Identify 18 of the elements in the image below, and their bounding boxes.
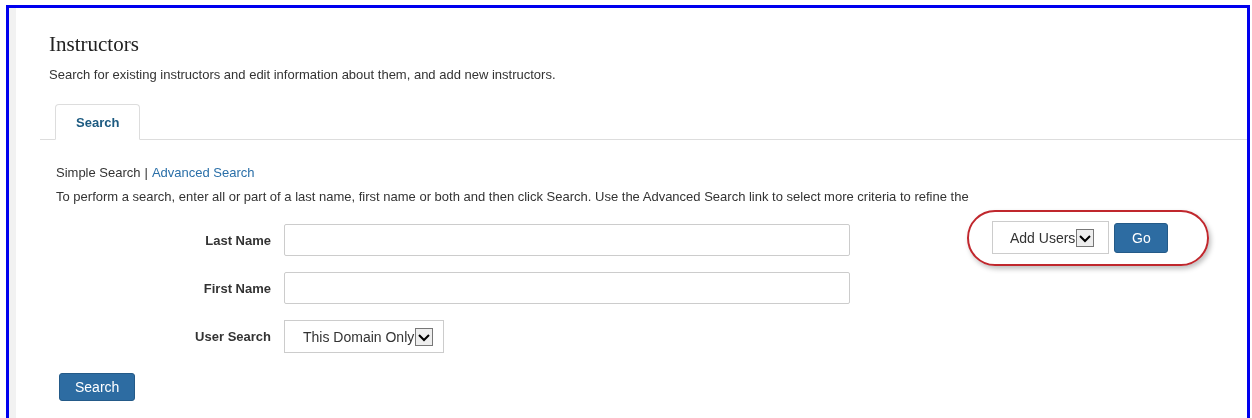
dropdown[interactable]: Add Users [992,221,1110,254]
go-button[interactable]: Go [1114,223,1169,253]
page-description: Search for existing instructors and edit information about them, and add new instructors. [49,67,557,82]
search-button[interactable]: Search [59,373,136,401]
mode-link[interactable]: Advanced Search [151,165,255,180]
field-label: First Name [202,280,271,296]
field-label: Last Name [204,232,271,248]
input-field[interactable] [284,224,850,256]
search-tab[interactable]: Search [55,104,141,140]
current-mode: Simple Search [56,165,141,180]
separator: | [144,165,148,180]
chevron-icon [415,327,434,346]
dropdown[interactable]: This Domain Only [284,320,445,353]
instructions: To perform a search, enter all or part of a last name, first name or both and then click Search. Use the Advanced Search link to select more criteria to refine the [56,189,970,204]
field-label: User Search [194,329,271,344]
page-title: Instructors [49,32,140,57]
chevron-icon [1076,228,1095,247]
input-field[interactable] [284,272,850,304]
